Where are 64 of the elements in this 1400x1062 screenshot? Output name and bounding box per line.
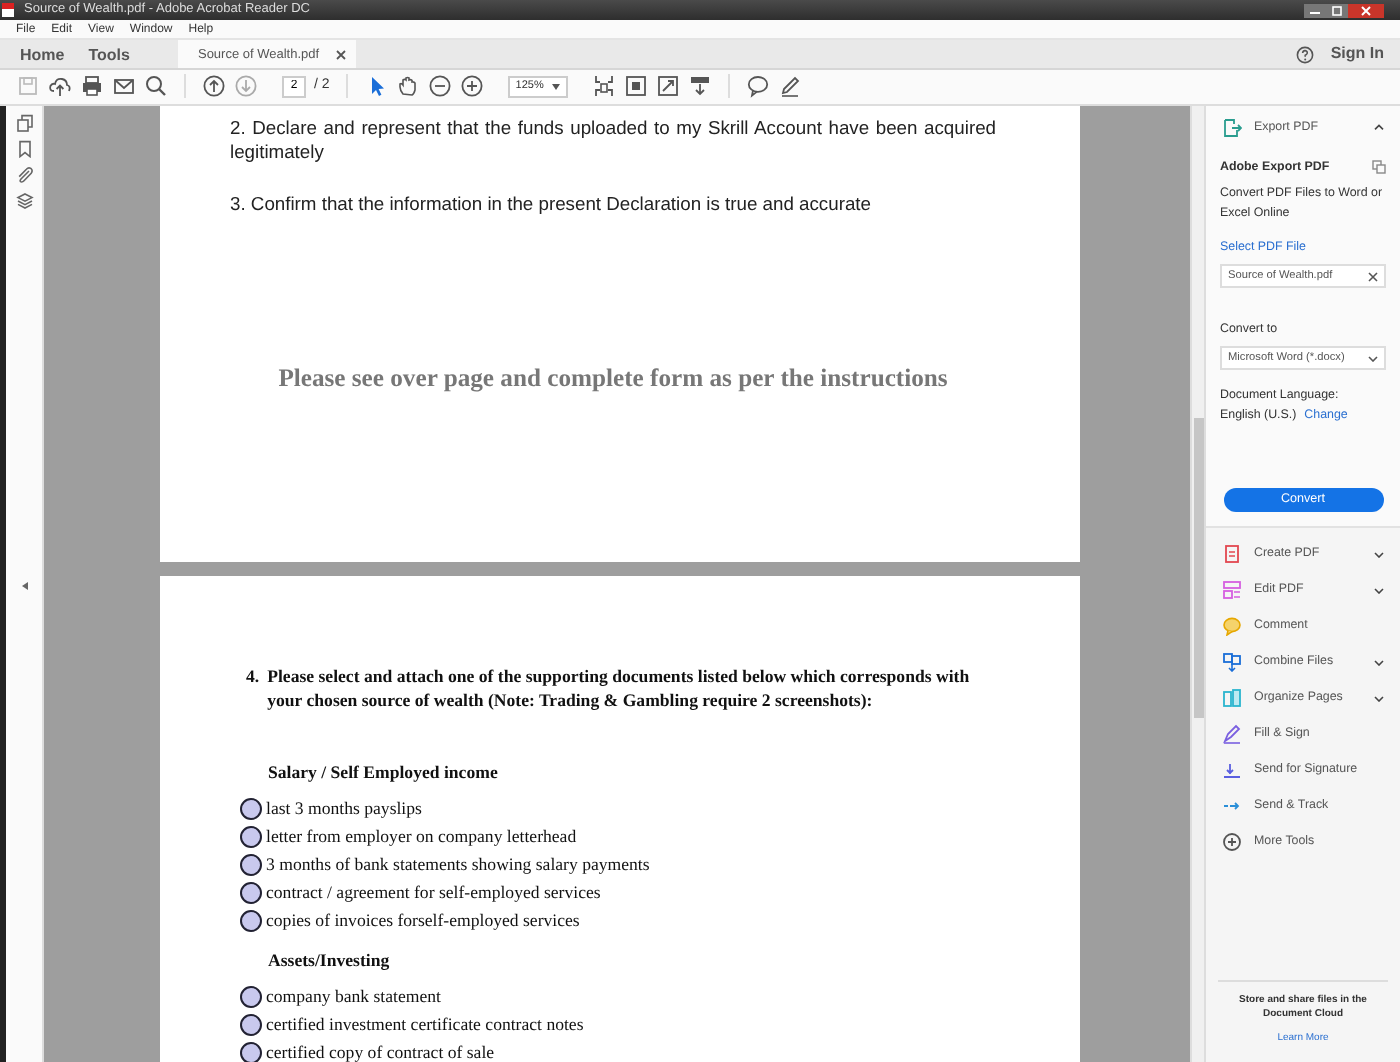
pages-icon bbox=[1222, 688, 1242, 709]
option-label: contract / agreement for self-employed services bbox=[266, 880, 601, 907]
option-label: last 3 months payslips bbox=[266, 796, 422, 823]
clear-icon[interactable] bbox=[1368, 271, 1378, 282]
zoom-out-icon[interactable] bbox=[427, 74, 452, 99]
option-label: letter from employer on company letterhead bbox=[266, 824, 577, 851]
tab[interactable]: Tools bbox=[76, 40, 142, 68]
speech-bubble-icon bbox=[1222, 616, 1242, 637]
plus-circle-icon bbox=[1222, 832, 1242, 853]
option-label: certified copy of contract of sale bbox=[266, 1040, 495, 1062]
close-icon[interactable] bbox=[335, 49, 346, 59]
radio-button[interactable] bbox=[240, 1014, 262, 1037]
radio-button[interactable] bbox=[240, 882, 262, 905]
tab[interactable]: Home bbox=[8, 40, 77, 68]
option-label: certified investment certificate contract notes bbox=[266, 1012, 584, 1039]
option-label: company bank statement bbox=[266, 984, 441, 1011]
minimize-button[interactable] bbox=[1304, 3, 1326, 17]
section-heading: Assets/Investing bbox=[268, 947, 392, 972]
search-icon[interactable] bbox=[144, 74, 168, 99]
chevron-down-icon bbox=[1368, 355, 1378, 362]
radio-button[interactable] bbox=[240, 986, 262, 1009]
scrollbar[interactable] bbox=[1190, 105, 1204, 1062]
fit-width-icon[interactable] bbox=[623, 74, 648, 99]
section-heading: Salary / Self Employed income bbox=[268, 759, 500, 784]
pen-icon[interactable] bbox=[777, 74, 802, 99]
signature-icon bbox=[1222, 760, 1242, 781]
speech-bubble-icon[interactable] bbox=[745, 74, 770, 99]
maximize-button[interactable] bbox=[1326, 3, 1348, 17]
bookmark-icon[interactable] bbox=[15, 139, 33, 158]
layers-icon[interactable] bbox=[15, 191, 33, 210]
layout-icon bbox=[1222, 580, 1242, 601]
pdf-file-icon bbox=[1222, 544, 1242, 565]
paragraph: 2. Declare and represent that the funds uploaded to my Skrill Account have been acquired legitimately bbox=[230, 115, 996, 164]
copy-icon[interactable] bbox=[1372, 160, 1386, 175]
full-screen-icon[interactable] bbox=[655, 74, 680, 99]
radio-button[interactable] bbox=[240, 826, 262, 849]
option-label: 3 months of bank statements showing salary payments bbox=[266, 852, 650, 879]
hand-icon[interactable] bbox=[395, 74, 420, 99]
combine-files-icon bbox=[1222, 652, 1242, 673]
pages-icon[interactable] bbox=[15, 113, 33, 132]
question-number: 4. bbox=[246, 663, 260, 690]
radio-button[interactable] bbox=[240, 1042, 262, 1062]
fit-page-icon[interactable] bbox=[591, 74, 616, 99]
question-text: Please select and attach one of the supporting documents listed below which corresponds with your chosen source of wealth (Note: Trading & Gambling require 2 screenshots): bbox=[267, 663, 972, 712]
highlighter-icon[interactable] bbox=[687, 74, 712, 99]
previous-page-icon[interactable] bbox=[202, 74, 226, 99]
help-icon[interactable] bbox=[1296, 45, 1315, 63]
option-label: copies of invoices forself-employed services bbox=[266, 908, 580, 935]
cloud-upload-icon[interactable] bbox=[48, 74, 72, 99]
collapse-arrow-icon[interactable] bbox=[21, 582, 27, 590]
mail-icon[interactable] bbox=[112, 74, 136, 99]
page-note: Please see over page and complete form as per the instructions bbox=[276, 361, 950, 396]
caret-icon bbox=[551, 83, 560, 90]
sign-in-link[interactable]: Sign In bbox=[1330, 42, 1384, 66]
radio-button[interactable] bbox=[240, 854, 262, 877]
close-button[interactable] bbox=[1348, 3, 1384, 17]
radio-button[interactable] bbox=[240, 910, 262, 933]
zoom-in-icon[interactable] bbox=[459, 74, 484, 99]
radio-button[interactable] bbox=[240, 798, 262, 821]
pen-icon bbox=[1222, 724, 1242, 745]
paperclip-icon[interactable] bbox=[15, 165, 33, 184]
print-icon[interactable] bbox=[80, 74, 104, 99]
paragraph: 3. Confirm that the information in the present Declaration is true and accurate bbox=[230, 191, 873, 216]
export-file-icon bbox=[1222, 117, 1242, 138]
